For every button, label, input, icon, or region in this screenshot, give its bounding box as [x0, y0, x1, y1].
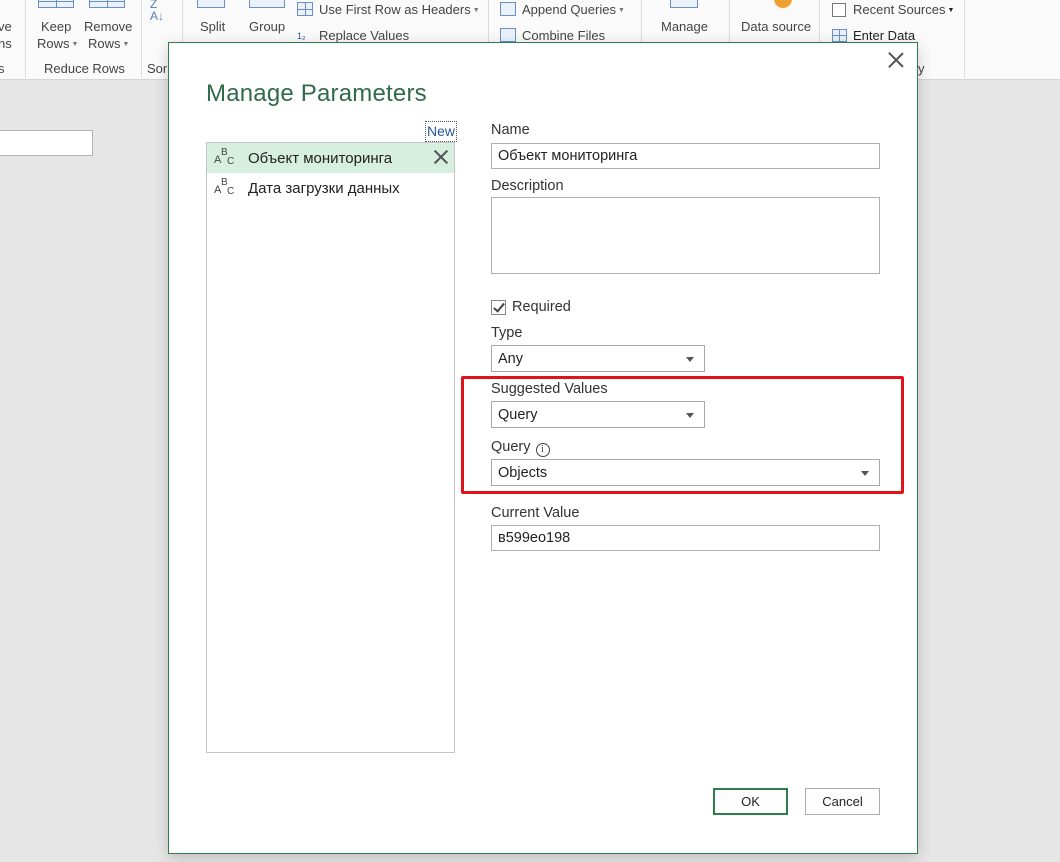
enter-data-icon	[832, 29, 847, 42]
ribbon-fragment: ve	[0, 19, 12, 34]
background-input[interactable]	[0, 130, 93, 156]
parameter-label: Объект мониторинга	[248, 149, 393, 167]
query-label-row: Query i	[491, 439, 550, 457]
recent-sources-label: Recent Sources	[853, 2, 946, 17]
query-label: Query	[491, 439, 531, 455]
split-column-button[interactable]: Split	[200, 19, 225, 35]
use-first-row-label: Use First Row as Headers	[319, 2, 471, 17]
chevron-down-icon: ▼	[617, 6, 625, 14]
use-first-row-button[interactable]: Use First Row as Headers ▼	[319, 2, 480, 19]
dialog-title: Manage Parameters	[206, 80, 427, 107]
data-source-settings-button[interactable]: Data source	[741, 19, 811, 35]
current-value-input[interactable]	[491, 525, 880, 551]
append-queries-button[interactable]: Append Queries ▼	[522, 2, 625, 19]
ok-button[interactable]: OK	[713, 788, 788, 815]
name-label: Name	[491, 122, 530, 138]
manage-parameters-dialog: Manage Parameters New ABC Объект монитор…	[168, 42, 918, 854]
suggested-values-value: Query	[498, 406, 538, 423]
close-icon[interactable]	[887, 51, 905, 69]
chevron-down-icon	[686, 413, 694, 418]
new-parameter-link[interactable]: New	[425, 121, 458, 142]
remove-rows-label: Remove	[84, 19, 133, 34]
type-label: Type	[491, 325, 523, 341]
required-label: Required	[512, 299, 571, 315]
reduce-rows-group-label: Reduce Rows	[44, 61, 125, 76]
required-row: Required	[491, 299, 571, 315]
description-label: Description	[491, 178, 564, 194]
suggested-values-dropdown[interactable]: Query	[491, 401, 705, 428]
ribbon-separator	[964, 0, 965, 78]
sort-group-label: Sor	[147, 61, 168, 76]
remove-rows-icon	[89, 0, 125, 8]
group-by-button[interactable]: Group	[249, 19, 285, 35]
chevron-down-icon: ▼	[71, 40, 79, 48]
group-by-icon	[249, 0, 285, 8]
ribbon-separator	[141, 0, 142, 78]
keep-rows-label: Keep	[41, 19, 72, 34]
parameter-list-item[interactable]: ABC Объект мониторинга	[207, 143, 454, 173]
combine-files-icon	[500, 28, 516, 42]
query-value: Objects	[498, 464, 548, 481]
chevron-down-icon: ▼	[472, 6, 480, 14]
table-icon	[297, 2, 313, 16]
type-dropdown[interactable]: Any	[491, 345, 705, 372]
suggested-values-label: Suggested Values	[491, 381, 608, 397]
ribbon-separator	[25, 0, 26, 78]
ribbon-fragment: ns	[0, 36, 12, 51]
manage-parameters-icon	[670, 0, 698, 8]
split-column-icon	[197, 0, 225, 8]
ribbon-fragment: s	[0, 61, 5, 76]
text-type-icon: ABC	[214, 147, 235, 167]
parameter-label: Дата загрузки данных	[248, 179, 400, 197]
recent-sources-button[interactable]: Recent Sources ▼	[853, 2, 954, 19]
parameter-list: ABC Объект мониторинга ABC Дата загрузки…	[206, 142, 455, 753]
description-input[interactable]	[491, 197, 880, 274]
delete-parameter-icon[interactable]	[434, 150, 448, 164]
name-input[interactable]	[491, 143, 880, 169]
chevron-down-icon: ▼	[947, 6, 955, 14]
gear-icon	[774, 0, 792, 8]
new-query-group-label: y	[918, 61, 925, 76]
chevron-down-icon: ▼	[122, 40, 130, 48]
text-type-icon: ABC	[214, 177, 235, 197]
sort-icon[interactable]: Z A↓	[150, 0, 164, 22]
cancel-button[interactable]: Cancel	[805, 788, 880, 815]
recent-sources-icon	[832, 3, 846, 17]
append-queries-icon	[500, 2, 516, 16]
append-queries-label: Append Queries	[522, 2, 616, 17]
manage-parameters-button[interactable]: Manage	[661, 19, 708, 35]
current-value-label: Current Value	[491, 505, 580, 521]
required-checkbox[interactable]	[491, 299, 506, 315]
parameter-list-item[interactable]: ABC Дата загрузки данных	[207, 173, 454, 203]
keep-rows-label-2: Rows	[37, 36, 70, 51]
info-icon[interactable]: i	[535, 443, 550, 457]
remove-rows-label-2: Rows	[88, 36, 121, 51]
query-dropdown[interactable]: Objects	[491, 459, 880, 486]
type-value: Any	[498, 350, 523, 367]
chevron-down-icon	[861, 471, 869, 476]
chevron-down-icon	[686, 357, 694, 362]
keep-rows-icon	[38, 0, 74, 8]
